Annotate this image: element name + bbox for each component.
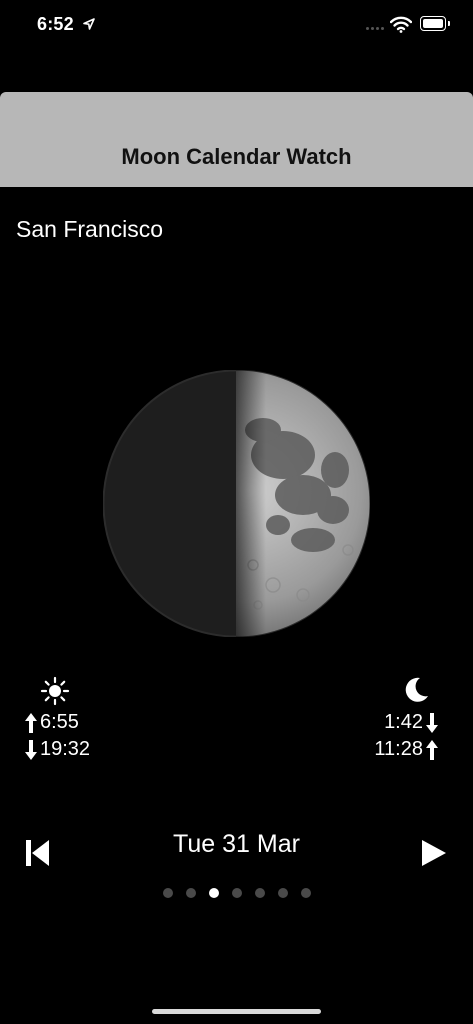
moonset-time: 1:42 — [384, 711, 439, 734]
page-dot[interactable] — [300, 888, 311, 898]
status-time: 6:52 — [37, 14, 74, 34]
arrow-up-icon — [426, 739, 438, 760]
location-arrow-icon — [83, 18, 95, 30]
page-dot[interactable] — [277, 888, 288, 898]
crescent-moon-icon — [405, 677, 428, 702]
sunset-value: 19:32 — [40, 738, 91, 760]
moon-phase-image — [103, 370, 370, 637]
moonset-value: 1:42 — [384, 711, 423, 733]
next-date-button[interactable] — [421, 839, 447, 867]
moonrise-time: 11:28 — [374, 738, 439, 761]
home-indicator[interactable] — [152, 1009, 321, 1014]
page-dot[interactable] — [162, 888, 173, 898]
page-dot[interactable] — [208, 888, 219, 898]
moonrise-value: 11:28 — [374, 738, 423, 760]
sun-icon — [40, 676, 70, 706]
sunrise-value: 6:55 — [40, 711, 79, 733]
cellular-signal-icon — [366, 27, 384, 30]
date-label: Tue 31 Mar — [173, 830, 300, 858]
navigation-bar: Moon Calendar Watch — [0, 92, 473, 187]
page-dot[interactable] — [185, 888, 196, 898]
page-indicator[interactable] — [0, 888, 473, 898]
page-dot[interactable] — [231, 888, 242, 898]
page-dot[interactable] — [254, 888, 265, 898]
arrow-down-icon — [25, 739, 37, 760]
arrow-up-icon — [25, 712, 37, 733]
status-bar: 6:52 — [0, 0, 473, 50]
arrow-down-icon — [426, 712, 438, 733]
location-label: San Francisco — [16, 216, 164, 242]
wifi-icon — [390, 16, 412, 33]
battery-icon — [420, 16, 450, 31]
page-title: Moon Calendar Watch — [121, 144, 352, 169]
sunrise-time: 6:55 — [24, 711, 79, 734]
sunset-time: 19:32 — [24, 738, 90, 761]
